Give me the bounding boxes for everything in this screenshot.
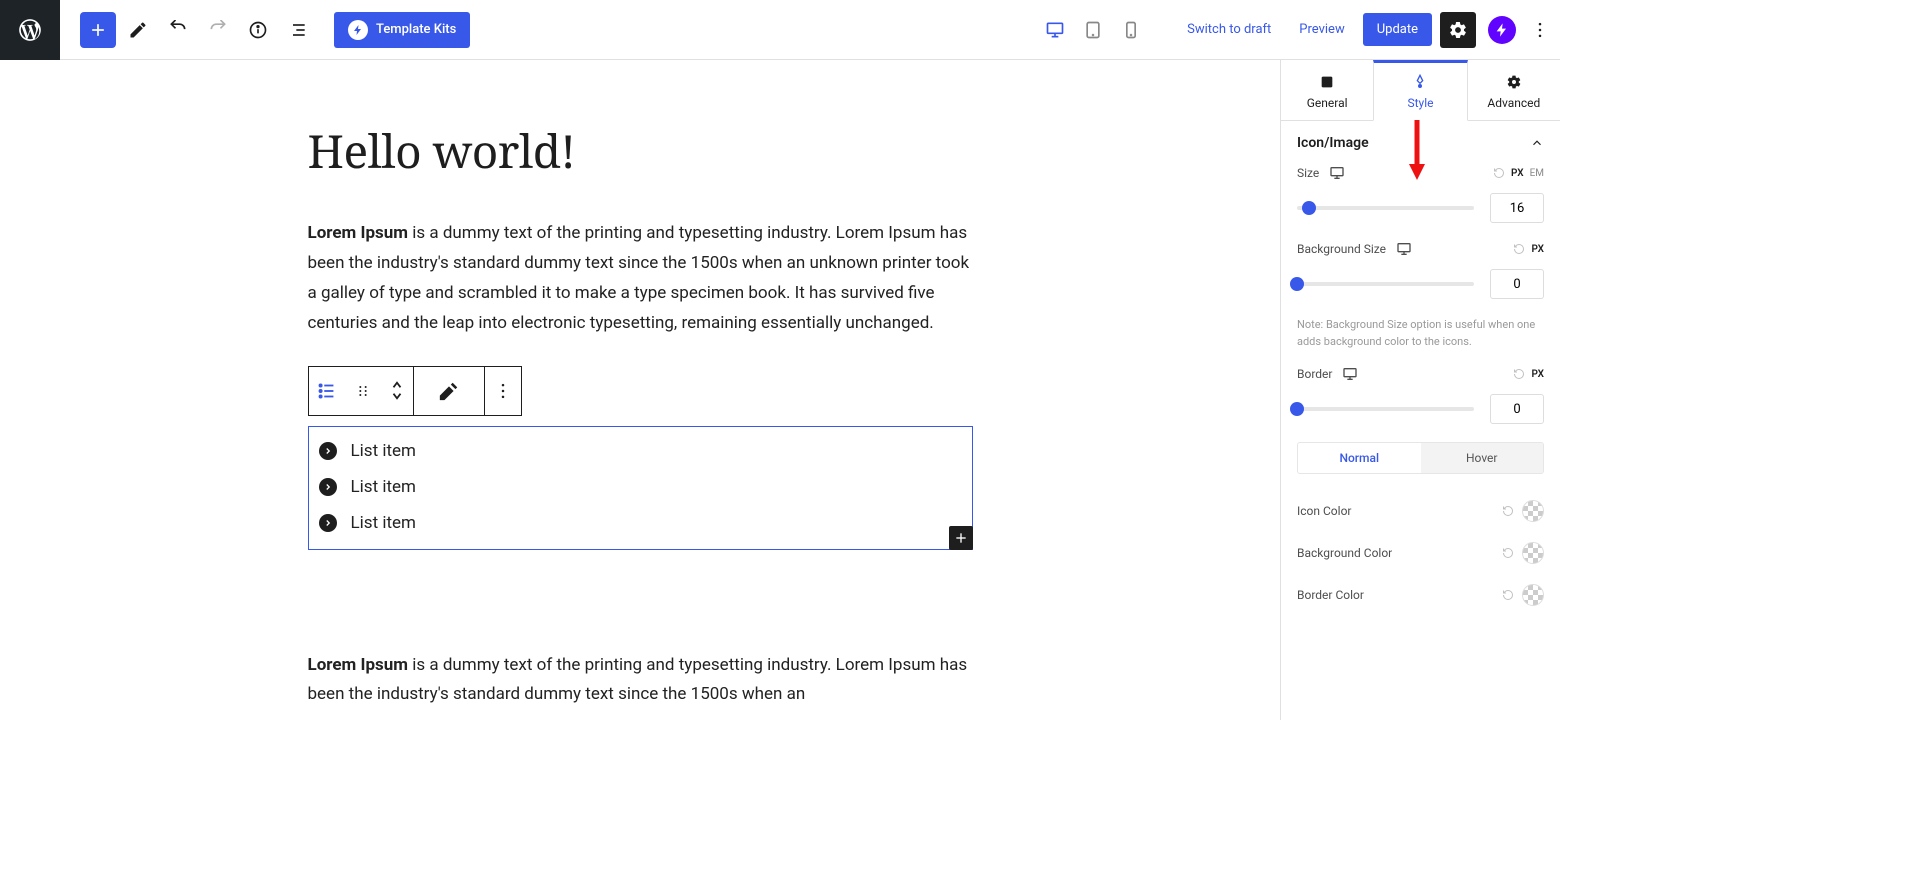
block-toolbar xyxy=(308,366,522,416)
state-tab-hover[interactable]: Hover xyxy=(1421,443,1544,473)
wordpress-icon xyxy=(17,17,43,43)
size-input[interactable] xyxy=(1490,193,1544,223)
desktop-icon[interactable] xyxy=(1329,165,1345,181)
list-item[interactable]: List item xyxy=(313,505,972,541)
tab-general[interactable]: General xyxy=(1281,60,1373,121)
paragraph-bold: Lorem Ipsum xyxy=(308,655,409,675)
slider-thumb[interactable] xyxy=(1302,201,1316,215)
template-kits-label: Template Kits xyxy=(376,22,456,37)
reset-button[interactable] xyxy=(1502,547,1514,559)
arrow-right-circle-icon xyxy=(319,442,337,460)
spectra-settings-button[interactable] xyxy=(1488,16,1516,44)
block-type-button[interactable] xyxy=(309,367,345,415)
size-slider[interactable] xyxy=(1297,206,1474,210)
unit-em[interactable]: EM xyxy=(1530,168,1544,179)
bg-size-note: Note: Background Size option is useful w… xyxy=(1281,317,1560,366)
tab-label: General xyxy=(1307,96,1348,110)
topbar-left-tools: Template Kits xyxy=(80,12,470,48)
reset-button[interactable] xyxy=(1502,505,1514,517)
arrow-right-circle-icon xyxy=(319,478,337,496)
desktop-device-button[interactable] xyxy=(1039,14,1071,46)
unit-px[interactable]: PX xyxy=(1531,244,1544,255)
list-item-text: List item xyxy=(351,477,416,497)
reset-button[interactable] xyxy=(1513,368,1525,380)
bg-color-row: Background Color xyxy=(1281,532,1560,574)
topbar-right: Switch to draft Preview Update xyxy=(1039,12,1552,48)
paragraph-block-2[interactable]: Lorem Ipsum is a dummy text of the print… xyxy=(308,650,973,710)
edit-mode-button[interactable] xyxy=(120,12,156,48)
control-size: Size PX EM xyxy=(1281,165,1560,241)
arrow-right-circle-icon xyxy=(319,514,337,532)
update-button[interactable]: Update xyxy=(1363,13,1432,46)
bg-size-input[interactable] xyxy=(1490,269,1544,299)
icon-color-swatch[interactable] xyxy=(1522,500,1544,522)
control-label: Size xyxy=(1297,166,1319,180)
desktop-icon[interactable] xyxy=(1342,366,1358,382)
color-label: Border Color xyxy=(1297,588,1364,602)
tab-advanced[interactable]: Advanced xyxy=(1468,60,1560,121)
tablet-device-button[interactable] xyxy=(1077,14,1109,46)
list-item[interactable]: List item xyxy=(313,469,972,505)
spectra-icon xyxy=(348,20,368,40)
outline-button[interactable] xyxy=(280,12,316,48)
slider-thumb[interactable] xyxy=(1290,277,1304,291)
settings-sidebar: General Style Advanced Icon/Image xyxy=(1280,60,1560,720)
bg-color-swatch[interactable] xyxy=(1522,542,1544,564)
info-button[interactable] xyxy=(240,12,276,48)
control-bg-size: Background Size PX xyxy=(1281,241,1560,317)
reset-button[interactable] xyxy=(1493,167,1505,179)
border-color-row: Border Color xyxy=(1281,574,1560,616)
panel-icon-image-header[interactable]: Icon/Image xyxy=(1281,121,1560,165)
sidebar-tabs: General Style Advanced xyxy=(1281,60,1560,121)
bg-size-slider[interactable] xyxy=(1297,282,1474,286)
list-item[interactable]: List item xyxy=(313,433,972,469)
editor-topbar: Template Kits Switch to draft Preview Up… xyxy=(0,0,1560,60)
more-options-button[interactable] xyxy=(1528,12,1552,48)
mobile-device-button[interactable] xyxy=(1115,14,1147,46)
state-tabs: Normal Hover xyxy=(1297,442,1544,474)
desktop-icon[interactable] xyxy=(1396,241,1412,257)
paragraph-block-1[interactable]: Lorem Ipsum is a dummy text of the print… xyxy=(308,218,973,338)
panel-title-text: Icon/Image xyxy=(1297,135,1369,151)
color-label: Icon Color xyxy=(1297,504,1351,518)
editor-canvas[interactable]: Hello world! Lorem Ipsum is a dummy text… xyxy=(0,60,1280,720)
tab-label: Style xyxy=(1407,96,1433,110)
tab-label: Advanced xyxy=(1487,96,1540,110)
border-input[interactable] xyxy=(1490,394,1544,424)
list-item-text: List item xyxy=(351,441,416,461)
template-kits-button[interactable]: Template Kits xyxy=(334,12,470,48)
device-preview-switcher xyxy=(1039,14,1147,46)
control-label: Background Size xyxy=(1297,242,1386,256)
state-tab-normal[interactable]: Normal xyxy=(1298,443,1421,473)
icon-color-row: Icon Color xyxy=(1281,490,1560,532)
move-up-down-button[interactable] xyxy=(381,367,413,415)
copy-style-button[interactable] xyxy=(414,367,484,415)
undo-button[interactable] xyxy=(160,12,196,48)
block-more-button[interactable] xyxy=(485,367,521,415)
reset-button[interactable] xyxy=(1513,243,1525,255)
tab-style[interactable]: Style xyxy=(1373,60,1467,121)
color-label: Background Color xyxy=(1297,546,1392,560)
post-title[interactable]: Hello world! xyxy=(308,120,973,182)
drag-handle-button[interactable] xyxy=(345,367,381,415)
list-item-text: List item xyxy=(351,513,416,533)
chevron-up-icon xyxy=(1530,136,1544,150)
border-slider[interactable] xyxy=(1297,407,1474,411)
unit-px[interactable]: PX xyxy=(1531,369,1544,380)
redo-button[interactable] xyxy=(200,12,236,48)
wp-logo[interactable] xyxy=(0,0,60,60)
settings-button[interactable] xyxy=(1440,12,1476,48)
reset-button[interactable] xyxy=(1502,589,1514,601)
icon-list-block[interactable]: List item List item List item xyxy=(308,426,973,550)
add-block-button[interactable] xyxy=(80,12,116,48)
slider-thumb[interactable] xyxy=(1290,402,1304,416)
preview-button[interactable]: Preview xyxy=(1289,14,1354,45)
paragraph-bold: Lorem Ipsum xyxy=(308,223,409,243)
control-label: Border xyxy=(1297,367,1332,381)
add-list-item-button[interactable] xyxy=(949,526,973,550)
switch-to-draft-button[interactable]: Switch to draft xyxy=(1177,14,1281,45)
unit-px[interactable]: PX xyxy=(1511,168,1524,179)
border-color-swatch[interactable] xyxy=(1522,584,1544,606)
control-border: Border PX xyxy=(1281,366,1560,442)
